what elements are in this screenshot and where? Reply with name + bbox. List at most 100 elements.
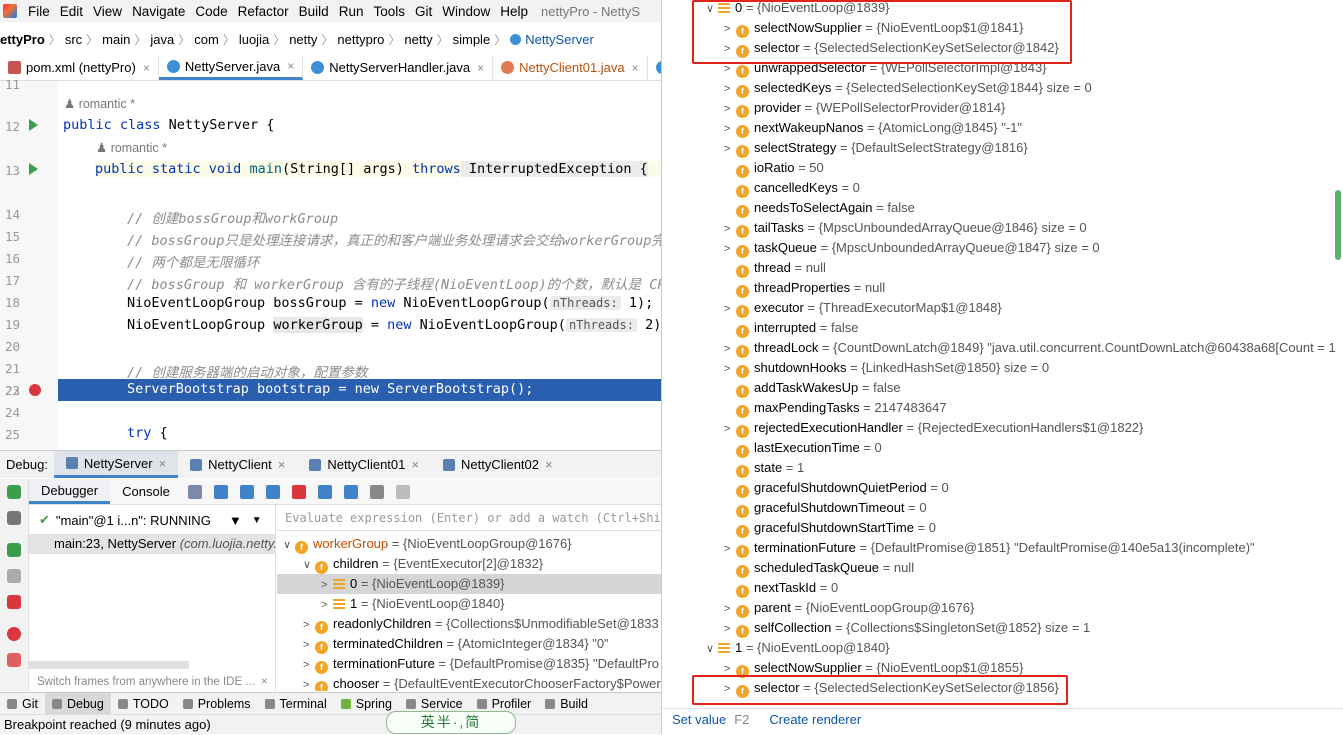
resume-icon[interactable]: [7, 543, 21, 557]
layout-icon[interactable]: [395, 484, 410, 499]
rerun-icon[interactable]: [7, 485, 21, 499]
crumb-main[interactable]: main: [98, 32, 134, 47]
filter-icon[interactable]: ▼: [229, 513, 242, 528]
tab-debugger[interactable]: Debugger: [29, 479, 111, 504]
crumb-com[interactable]: com: [190, 32, 223, 47]
code-editor[interactable]: 11 ♟ romantic * 12 public class NettySer…: [0, 77, 678, 449]
tool-problems[interactable]: Problems: [176, 693, 258, 714]
expand-toggle[interactable]: >: [303, 615, 315, 635]
evaluate-icon[interactable]: [369, 484, 384, 499]
var-row[interactable]: f scheduledTaskQueue = null: [724, 558, 914, 578]
tool-debug[interactable]: Debug: [44, 693, 111, 714]
var-row[interactable]: >1 = {NioEventLoop@1840}: [321, 594, 505, 614]
create-renderer-link[interactable]: Create renderer: [769, 712, 861, 727]
menu-git[interactable]: Git: [410, 4, 437, 19]
expand-toggle[interactable]: >: [724, 79, 736, 99]
expand-toggle[interactable]: >: [724, 119, 736, 139]
expand-toggle[interactable]: ∨: [283, 535, 295, 555]
var-row[interactable]: > f selectedKeys = {SelectedSelectionKeySe…: [724, 78, 1092, 98]
var-row[interactable]: > f threadLock = {CountDownLatch@1849} "ja…: [724, 338, 1336, 358]
close-icon[interactable]: ×: [159, 456, 167, 471]
breakpoint-icon[interactable]: [29, 384, 41, 396]
var-row[interactable]: f cancelledKeys = 0: [724, 178, 860, 198]
menu-build[interactable]: Build: [294, 4, 334, 19]
expand-toggle[interactable]: >: [321, 595, 333, 615]
menu-tools[interactable]: Tools: [368, 4, 410, 19]
expand-toggle[interactable]: >: [303, 675, 315, 691]
close-icon[interactable]: ×: [143, 61, 150, 75]
crumb-luojia[interactable]: luojia: [235, 32, 273, 47]
menu-view[interactable]: View: [88, 4, 127, 19]
tab-more[interactable]: [648, 55, 661, 80]
expand-toggle[interactable]: >: [724, 239, 736, 259]
var-row[interactable]: ∨ f children = {EventExecutor[2]@1832}: [303, 554, 543, 574]
crumb-src[interactable]: src: [61, 32, 86, 47]
var-row[interactable]: > f tailTasks = {MpscUnboundedArrayQueue@1…: [724, 218, 1087, 238]
var-row[interactable]: > f selfCollection = {Collections$Singleto…: [724, 618, 1090, 638]
var-row[interactable]: > f terminatedChildren = {AtomicInteger@18…: [303, 634, 609, 654]
force-step-into-icon[interactable]: [291, 484, 306, 499]
menu-code[interactable]: Code: [190, 4, 232, 19]
debug-tab-nettyclient02[interactable]: NettyClient02 ×: [431, 451, 565, 478]
var-row[interactable]: > f provider = {WEPollSelectorProvider@181…: [724, 98, 1005, 118]
var-row[interactable]: f lastExecutionTime = 0: [724, 438, 882, 458]
stop-icon[interactable]: [7, 595, 21, 609]
var-row[interactable]: > f terminationFuture = {DefaultPromise@18…: [303, 654, 659, 674]
expand-toggle[interactable]: >: [724, 539, 736, 559]
tool-spring[interactable]: Spring: [334, 693, 399, 714]
run-to-cursor-icon[interactable]: [343, 484, 358, 499]
vertical-scrollbar[interactable]: [1335, 190, 1341, 260]
crumb-simple[interactable]: simple: [449, 32, 495, 47]
close-icon[interactable]: ×: [477, 61, 484, 75]
close-icon[interactable]: ×: [278, 457, 286, 472]
menu-icon[interactable]: [187, 484, 202, 499]
thread-selector[interactable]: ✔ "main"@1 i...n": RUNNING ▼ ▼: [29, 507, 276, 533]
menu-edit[interactable]: Edit: [55, 4, 88, 19]
close-icon[interactable]: ×: [287, 59, 294, 73]
expand-toggle[interactable]: >: [724, 599, 736, 619]
step-over-icon[interactable]: [239, 484, 254, 499]
var-row[interactable]: f interrupted = false: [724, 318, 858, 338]
tab-pom[interactable]: pom.xml (nettyPro) ×: [0, 55, 159, 80]
menu-run[interactable]: Run: [334, 4, 369, 19]
var-row[interactable]: > f nextWakeupNanos = {AtomicLong@1845} "-…: [724, 118, 1022, 138]
expand-toggle[interactable]: >: [724, 299, 736, 319]
var-row[interactable]: f maxPendingTasks = 2147483647: [724, 398, 947, 418]
view-breakpoints-icon[interactable]: [7, 627, 21, 641]
crumb-class[interactable]: NettyServer: [506, 32, 598, 47]
tool-todo[interactable]: TODO: [111, 693, 176, 714]
var-row[interactable]: > f taskQueue = {MpscUnboundedArrayQueue@1…: [724, 238, 1100, 258]
var-row[interactable]: > f shutdownHooks = {LinkedHashSet@1850} s…: [724, 358, 1049, 378]
var-row[interactable]: > f chooser = {DefaultEventExecutorChooser…: [303, 674, 661, 691]
expand-toggle[interactable]: >: [724, 99, 736, 119]
tab-console[interactable]: Console: [110, 479, 182, 504]
tool-build[interactable]: Build: [538, 693, 595, 714]
debug-tab-nettyclient[interactable]: NettyClient ×: [178, 451, 297, 478]
var-row[interactable]: f gracefulShutdownQuietPeriod = 0: [724, 478, 949, 498]
var-row[interactable]: > f terminationFuture = {DefaultPromise@18…: [724, 538, 1255, 558]
run-icon[interactable]: [29, 119, 38, 131]
var-row[interactable]: f gracefulShutdownTimeout = 0: [724, 498, 927, 518]
expand-toggle[interactable]: >: [724, 619, 736, 639]
var-row[interactable]: f state = 1: [724, 458, 804, 478]
var-row[interactable]: > f readonlyChildren = {Collections$Unmodi…: [303, 614, 659, 634]
crumb-nettypro[interactable]: nettypro: [333, 32, 388, 47]
debug-tab-nettyclient01[interactable]: NettyClient01 ×: [297, 451, 431, 478]
tab-nettyserver[interactable]: NettyServer.java ×: [158, 55, 304, 80]
expand-toggle[interactable]: >: [724, 139, 736, 159]
evaluate-expression-input[interactable]: Evaluate expression (Enter) or add a wat…: [277, 505, 661, 531]
close-icon[interactable]: ×: [632, 61, 639, 75]
var-row[interactable]: > f selectStrategy = {DefaultSelectStrateg…: [724, 138, 1028, 158]
var-row[interactable]: ∨ f workerGroup = {NioEventLoopGroup@1676}: [283, 534, 572, 554]
pause-icon[interactable]: [7, 569, 21, 583]
var-row[interactable]: f needsToSelectAgain = false: [724, 198, 915, 218]
menu-refactor[interactable]: Refactor: [233, 4, 294, 19]
menu-file[interactable]: File: [23, 4, 55, 19]
close-icon[interactable]: ×: [545, 457, 553, 472]
expand-toggle[interactable]: >: [321, 575, 333, 595]
tab-nettyclient01[interactable]: NettyClient01.java ×: [493, 55, 648, 80]
menu-navigate[interactable]: Navigate: [127, 4, 190, 19]
var-row[interactable]: f nextTaskId = 0: [724, 578, 838, 598]
mute-breakpoints-icon[interactable]: [7, 653, 21, 667]
var-row[interactable]: > f executor = {ThreadExecutorMap$1@1848}: [724, 298, 1002, 318]
